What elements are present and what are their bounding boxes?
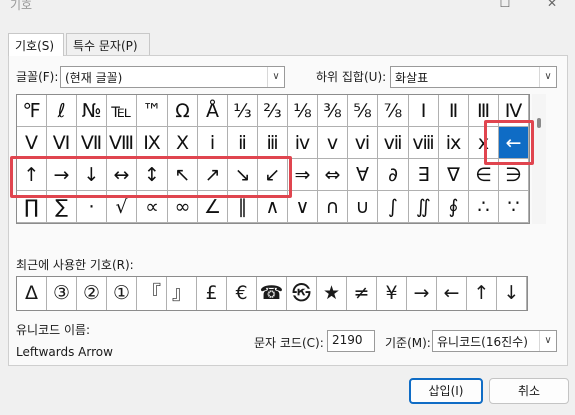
symbol-cell[interactable]: ⅔ xyxy=(258,95,288,127)
tab-special-characters[interactable]: 특수 문자(P) xyxy=(66,33,150,55)
symbol-grid-scrollbar[interactable] xyxy=(532,94,546,224)
scrollbar-thumb[interactable] xyxy=(537,118,541,128)
insert-button[interactable]: 삽입(I) xyxy=(409,378,483,404)
symbol-cell[interactable]: ⅶ xyxy=(378,127,409,159)
symbol-cell[interactable]: ∫ xyxy=(378,191,409,223)
recent-symbol-cell[interactable]: → xyxy=(407,277,437,310)
symbol-cell[interactable]: ∵ xyxy=(499,191,529,223)
recent-symbol-cell[interactable]: € xyxy=(227,277,257,310)
recent-symbol-cell[interactable]: ¥ xyxy=(377,277,407,310)
base-select[interactable]: 유니코드(16진수) ∨ xyxy=(432,330,557,352)
symbol-cell[interactable]: ™ xyxy=(137,95,168,127)
symbol-cell[interactable]: ℓ xyxy=(47,95,77,127)
unicode-name-label: 유니코드 이름: xyxy=(16,323,91,337)
recent-symbol-cell[interactable]: ← xyxy=(437,277,467,310)
symbol-cell[interactable]: ∮ xyxy=(439,191,469,223)
cancel-button[interactable]: 취소 xyxy=(489,378,569,404)
tab-symbols[interactable]: 기호(S) xyxy=(8,33,64,56)
symbol-cell[interactable]: ⅜ xyxy=(318,95,348,127)
symbol-cell[interactable]: ⅛ xyxy=(288,95,318,127)
symbol-cell[interactable]: Ⅶ xyxy=(77,127,107,159)
chevron-down-icon[interactable]: ∨ xyxy=(267,67,284,87)
symbol-cell[interactable]: ⇔ xyxy=(318,159,348,191)
chevron-down-icon[interactable]: ∨ xyxy=(539,331,556,351)
font-select-value: (현재 글꼴) xyxy=(65,71,123,85)
base-select-value: 유니코드(16진수) xyxy=(437,335,528,349)
font-select[interactable]: (현재 글꼴) ∨ xyxy=(60,66,285,88)
symbol-cell[interactable]: ⅸ xyxy=(439,127,469,159)
symbol-cell[interactable]: Ⅴ xyxy=(17,127,47,159)
symbol-cell[interactable]: Å xyxy=(198,95,228,127)
recent-symbol-cell[interactable]: ① xyxy=(107,277,137,310)
symbol-cell[interactable]: ⇒ xyxy=(288,159,318,191)
title-bar: 기호 ☐ ✕ xyxy=(0,0,575,14)
recent-symbol-cell[interactable]: ↑ xyxy=(467,277,497,310)
symbol-cell[interactable]: ∂ xyxy=(378,159,409,191)
recent-symbol-cell[interactable]: 』 xyxy=(167,277,197,310)
symbol-cell[interactable]: ∃ xyxy=(409,159,439,191)
recent-symbol-cell[interactable]: ↓ xyxy=(497,277,527,310)
recent-symbol-cell[interactable]: ③ xyxy=(47,277,77,310)
symbol-cell[interactable]: ℡ xyxy=(107,95,137,127)
symbol-cell[interactable]: ⅱ xyxy=(228,127,258,159)
recent-symbol-cell[interactable]: Δ xyxy=(17,277,47,310)
recent-symbols-label: 최근에 사용한 기호(R): xyxy=(16,258,134,272)
symbol-cell[interactable]: ⅝ xyxy=(348,95,378,127)
recent-symbol-cell[interactable]: £ xyxy=(197,277,227,310)
symbol-cell[interactable]: ⅰ xyxy=(198,127,228,159)
subset-select-value: 화살표 xyxy=(395,71,429,85)
maximize-icon[interactable]: ☐ xyxy=(496,0,514,12)
symbol-cell[interactable]: Ⅱ xyxy=(439,95,469,127)
symbol-cell[interactable]: Ⅹ xyxy=(168,127,198,159)
subset-label: 하위 집합(U): xyxy=(316,70,387,84)
recent-symbol-cell[interactable]: ☎ xyxy=(257,277,287,310)
base-label: 기준(M): xyxy=(385,336,431,350)
recent-symbol-cell[interactable]: ≠ xyxy=(347,277,377,310)
highlight-arrow-row xyxy=(10,156,292,198)
recent-symbol-cell[interactable]: ㉿ xyxy=(287,277,317,310)
recent-symbol-cell[interactable]: ★ xyxy=(317,277,347,310)
symbol-cell[interactable]: ∨ xyxy=(288,191,318,223)
symbol-cell[interactable]: ⅷ xyxy=(409,127,439,159)
symbol-cell[interactable]: Ⅰ xyxy=(409,95,439,127)
symbol-cell[interactable]: ∇ xyxy=(439,159,469,191)
highlight-selected-symbol xyxy=(484,120,534,165)
symbol-cell[interactable]: ⅴ xyxy=(318,127,348,159)
symbol-cell[interactable]: ⅓ xyxy=(228,95,258,127)
recent-symbol-cell[interactable]: 『 xyxy=(137,277,167,310)
recent-symbol-cell[interactable]: ② xyxy=(77,277,107,310)
symbol-cell[interactable]: ⅲ xyxy=(258,127,288,159)
symbol-cell[interactable]: Ω xyxy=(168,95,198,127)
symbol-cell[interactable]: ∩ xyxy=(318,191,348,223)
char-code-input[interactable]: 2190 xyxy=(327,330,375,352)
recent-symbols: Δ ③ ② ① 『』 £ € ☎ ㉿ ★ ≠ ¥ → ← ↑ ↓ xyxy=(16,276,528,311)
symbol-cell[interactable]: ∪ xyxy=(348,191,378,223)
symbol-cell[interactable]: ∀ xyxy=(348,159,378,191)
symbol-cell[interactable]: Ⅸ xyxy=(137,127,168,159)
font-label: 글꼴(F): xyxy=(16,70,59,84)
subset-select[interactable]: 화살표 ∨ xyxy=(390,66,557,88)
symbol-cell[interactable]: ∬ xyxy=(409,191,439,223)
symbol-cell[interactable]: ℉ xyxy=(17,95,47,127)
symbol-cell[interactable]: ∴ xyxy=(469,191,499,223)
chevron-down-icon[interactable]: ∨ xyxy=(539,67,556,87)
symbol-cell[interactable]: Ⅵ xyxy=(47,127,77,159)
unicode-name-value: Leftwards Arrow xyxy=(16,345,113,359)
symbol-cell[interactable]: ⅵ xyxy=(348,127,378,159)
close-icon[interactable]: ✕ xyxy=(543,0,561,12)
symbol-cell[interactable]: Ⅷ xyxy=(107,127,137,159)
window-title: 기호 xyxy=(10,0,33,12)
symbol-cell[interactable]: ⅳ xyxy=(288,127,318,159)
symbol-cell[interactable]: № xyxy=(77,95,107,127)
symbol-cell[interactable]: ⅞ xyxy=(378,95,409,127)
char-code-label: 문자 코드(C): xyxy=(254,336,324,350)
